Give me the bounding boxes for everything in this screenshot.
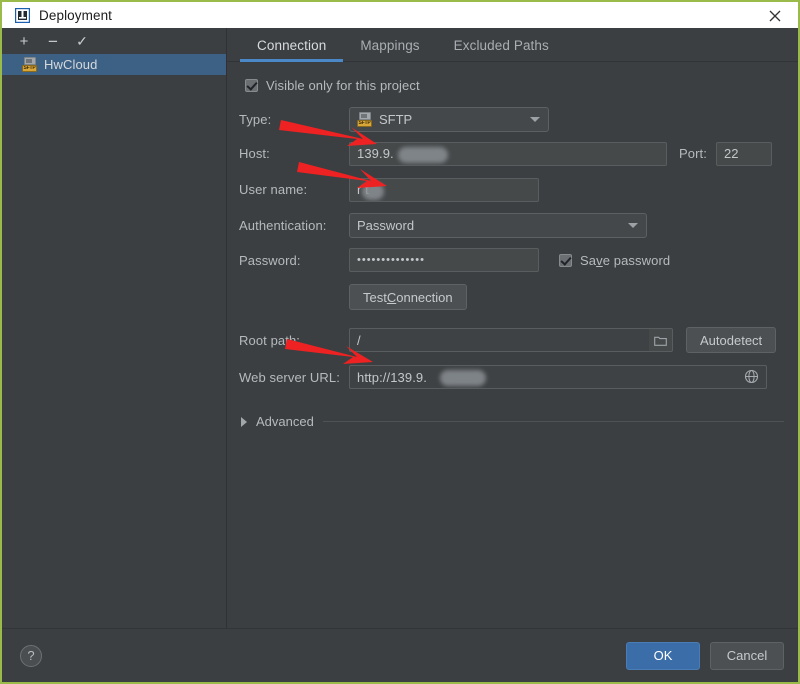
advanced-separator: [322, 421, 784, 422]
web-server-url-input[interactable]: http://139.9.: [349, 365, 767, 389]
root-path-label: Root path:: [239, 332, 300, 348]
authentication-label: Authentication:: [239, 217, 327, 233]
host-value: 139.9.: [357, 146, 394, 161]
server-list-panel: + − ✓ SFTP HwCloud: [2, 28, 227, 628]
web-server-url-value: http://139.9.: [357, 369, 427, 385]
web-server-url-redaction: [440, 370, 486, 386]
host-label: Host:: [239, 146, 270, 161]
save-password-label: Save password: [580, 252, 671, 268]
chevron-down-icon: [530, 117, 540, 122]
tab-excluded-paths[interactable]: Excluded Paths: [437, 38, 566, 61]
web-server-url-label: Web server URL:: [239, 369, 340, 385]
connection-panel: Connection Mappings Excluded Paths Visib…: [227, 28, 798, 628]
tab-bar: Connection Mappings Excluded Paths: [227, 28, 798, 62]
password-input[interactable]: ••••••••••••••: [349, 248, 539, 272]
tab-mappings[interactable]: Mappings: [343, 38, 436, 61]
chevron-down-icon: [628, 223, 638, 228]
sftp-icon-tag: SFTP: [22, 65, 37, 72]
save-password-checkbox[interactable]: [559, 253, 572, 267]
password-label: Password:: [239, 252, 301, 268]
password-value: ••••••••••••••: [357, 254, 425, 266]
host-input[interactable]: 139.9.: [349, 141, 667, 166]
visible-only-checkbox[interactable]: [245, 78, 258, 92]
autodetect-button[interactable]: Autodetect: [686, 327, 777, 353]
folder-icon[interactable]: [649, 328, 673, 352]
tab-connection[interactable]: Connection: [240, 38, 344, 62]
user-name-label: User name:: [239, 182, 308, 197]
deployment-dialog: Deployment + − ✓ SFTP HwCloud Connection…: [0, 0, 800, 684]
dialog-footer: ? OK Cancel: [2, 628, 798, 682]
connection-form: Visible only for this project Type: SFTP…: [227, 62, 798, 429]
chevron-right-icon: [241, 416, 247, 427]
user-name-input[interactable]: r t: [349, 177, 539, 202]
deployment-icon: [14, 7, 30, 23]
cancel-button[interactable]: Cancel: [710, 641, 784, 670]
visible-only-label: Visible only for this project: [266, 77, 420, 93]
test-connection-button[interactable]: Test Connection: [349, 284, 467, 310]
port-value: 22: [723, 146, 739, 161]
authentication-select[interactable]: Password: [349, 212, 647, 238]
sftp-server-icon: SFTP: [357, 111, 373, 127]
type-select[interactable]: SFTP SFTP: [349, 106, 549, 132]
root-path-value: /: [357, 332, 361, 348]
sftp-server-icon: SFTP: [22, 57, 38, 72]
close-icon[interactable]: [752, 2, 798, 30]
sidebar-item-hwcloud[interactable]: SFTP HwCloud: [2, 54, 226, 75]
sftp-icon-tag: SFTP: [357, 119, 372, 127]
add-server-button[interactable]: +: [11, 30, 37, 52]
title-bar: Deployment: [2, 0, 798, 28]
advanced-label: Advanced: [256, 414, 314, 429]
server-list-toolbar: + − ✓: [2, 28, 226, 54]
type-label: Type:: [239, 111, 272, 127]
port-label: Port:: [679, 146, 707, 161]
dialog-body: + − ✓ SFTP HwCloud Connection Mappings E…: [2, 28, 798, 628]
port-input[interactable]: 22: [715, 141, 772, 166]
ok-button[interactable]: OK: [626, 641, 700, 670]
authentication-value: Password: [357, 217, 415, 233]
user-name-value: r t: [357, 182, 369, 197]
advanced-section-toggle[interactable]: Advanced: [227, 414, 798, 429]
remove-server-button[interactable]: −: [40, 30, 66, 52]
root-path-input[interactable]: /: [349, 328, 649, 352]
set-default-server-button[interactable]: ✓: [69, 30, 95, 52]
globe-icon[interactable]: [744, 369, 759, 384]
sidebar-item-label: HwCloud: [44, 57, 98, 72]
help-icon[interactable]: ?: [20, 644, 42, 667]
window-title: Deployment: [39, 7, 113, 23]
type-value: SFTP: [379, 111, 413, 127]
host-redaction: [398, 146, 448, 163]
